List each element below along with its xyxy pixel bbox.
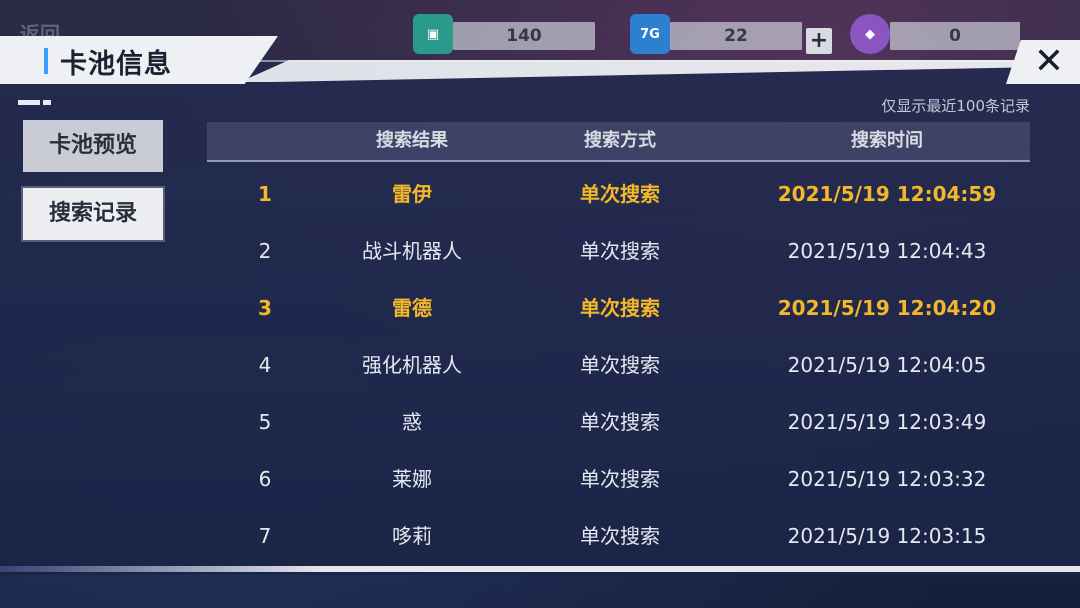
- row-index: 4: [258, 353, 272, 377]
- row-result: 雷德: [392, 296, 432, 320]
- header-method: 搜索方式: [584, 130, 656, 151]
- resource-crystal: 0: [890, 22, 1020, 50]
- close-icon: ✕: [1033, 41, 1065, 82]
- row-time: 2021/5/19 12:04:20: [777, 296, 997, 320]
- tab-search-records[interactable]: 搜索记录: [23, 188, 163, 240]
- records-note: 仅显示最近100条记录: [881, 97, 1030, 115]
- row-result: 惑: [402, 410, 422, 434]
- chip-card-icon: ▣: [413, 14, 453, 54]
- row-index: 7: [258, 524, 272, 548]
- table-row: 5 惑 单次搜索 2021/5/19 12:03:49: [207, 394, 1030, 451]
- row-time: 2021/5/19 12:03:49: [787, 410, 987, 434]
- header-result: 搜索结果: [376, 130, 448, 151]
- row-result: 莱娜: [392, 467, 432, 491]
- row-method: 单次搜索: [580, 296, 660, 320]
- row-index: 6: [258, 467, 272, 491]
- title-accent: [44, 48, 48, 74]
- table-row: 1 雷伊 单次搜索 2021/5/19 12:04:59: [207, 166, 1030, 223]
- dash-decoration: [18, 90, 58, 105]
- row-method: 单次搜索: [580, 239, 660, 263]
- row-index: 1: [258, 182, 272, 206]
- table-header: 搜索结果 搜索方式 搜索时间: [207, 122, 1030, 162]
- row-method: 单次搜索: [580, 467, 660, 491]
- row-method: 单次搜索: [580, 353, 660, 377]
- row-result: 哆莉: [392, 524, 432, 548]
- row-time: 2021/5/19 12:04:43: [787, 239, 987, 263]
- resource-memory-value: 22: [670, 22, 802, 50]
- purple-crystal-icon: ◆: [850, 14, 890, 54]
- row-method: 单次搜索: [580, 182, 660, 206]
- table-row: 2 战斗机器人 单次搜索 2021/5/19 12:04:43: [207, 223, 1030, 280]
- tab-pool-preview[interactable]: 卡池预览: [23, 120, 163, 172]
- table-row: 7 哆莉 单次搜索 2021/5/19 12:03:15: [207, 508, 1030, 565]
- resource-chip-value: 140: [453, 22, 595, 50]
- row-index: 2: [258, 239, 272, 263]
- resource-chip: 140: [453, 22, 595, 50]
- table-row: 4 强化机器人 单次搜索 2021/5/19 12:04:05: [207, 337, 1030, 394]
- row-index: 5: [258, 410, 272, 434]
- add-memory-button[interactable]: +: [806, 28, 832, 54]
- resource-memory: 22: [670, 22, 802, 50]
- row-time: 2021/5/19 12:03:32: [787, 467, 987, 491]
- panel-bottom-line: [0, 566, 1080, 572]
- table-row: 3 雷德 单次搜索 2021/5/19 12:04:20: [207, 280, 1030, 337]
- row-index: 3: [258, 296, 272, 320]
- row-result: 战斗机器人: [362, 239, 462, 263]
- row-result: 强化机器人: [362, 353, 462, 377]
- row-method: 单次搜索: [580, 410, 660, 434]
- row-time: 2021/5/19 12:04:05: [787, 353, 987, 377]
- row-result: 雷伊: [392, 182, 432, 206]
- table-row: 6 莱娜 单次搜索 2021/5/19 12:03:32: [207, 451, 1030, 508]
- page-title: 卡池信息: [60, 49, 172, 80]
- row-time: 2021/5/19 12:03:15: [787, 524, 987, 548]
- resource-crystal-value: 0: [890, 22, 1020, 50]
- header-time: 搜索时间: [851, 130, 923, 151]
- memory-7g-icon: 7G: [630, 14, 670, 54]
- row-method: 单次搜索: [580, 524, 660, 548]
- row-time: 2021/5/19 12:04:59: [777, 182, 997, 206]
